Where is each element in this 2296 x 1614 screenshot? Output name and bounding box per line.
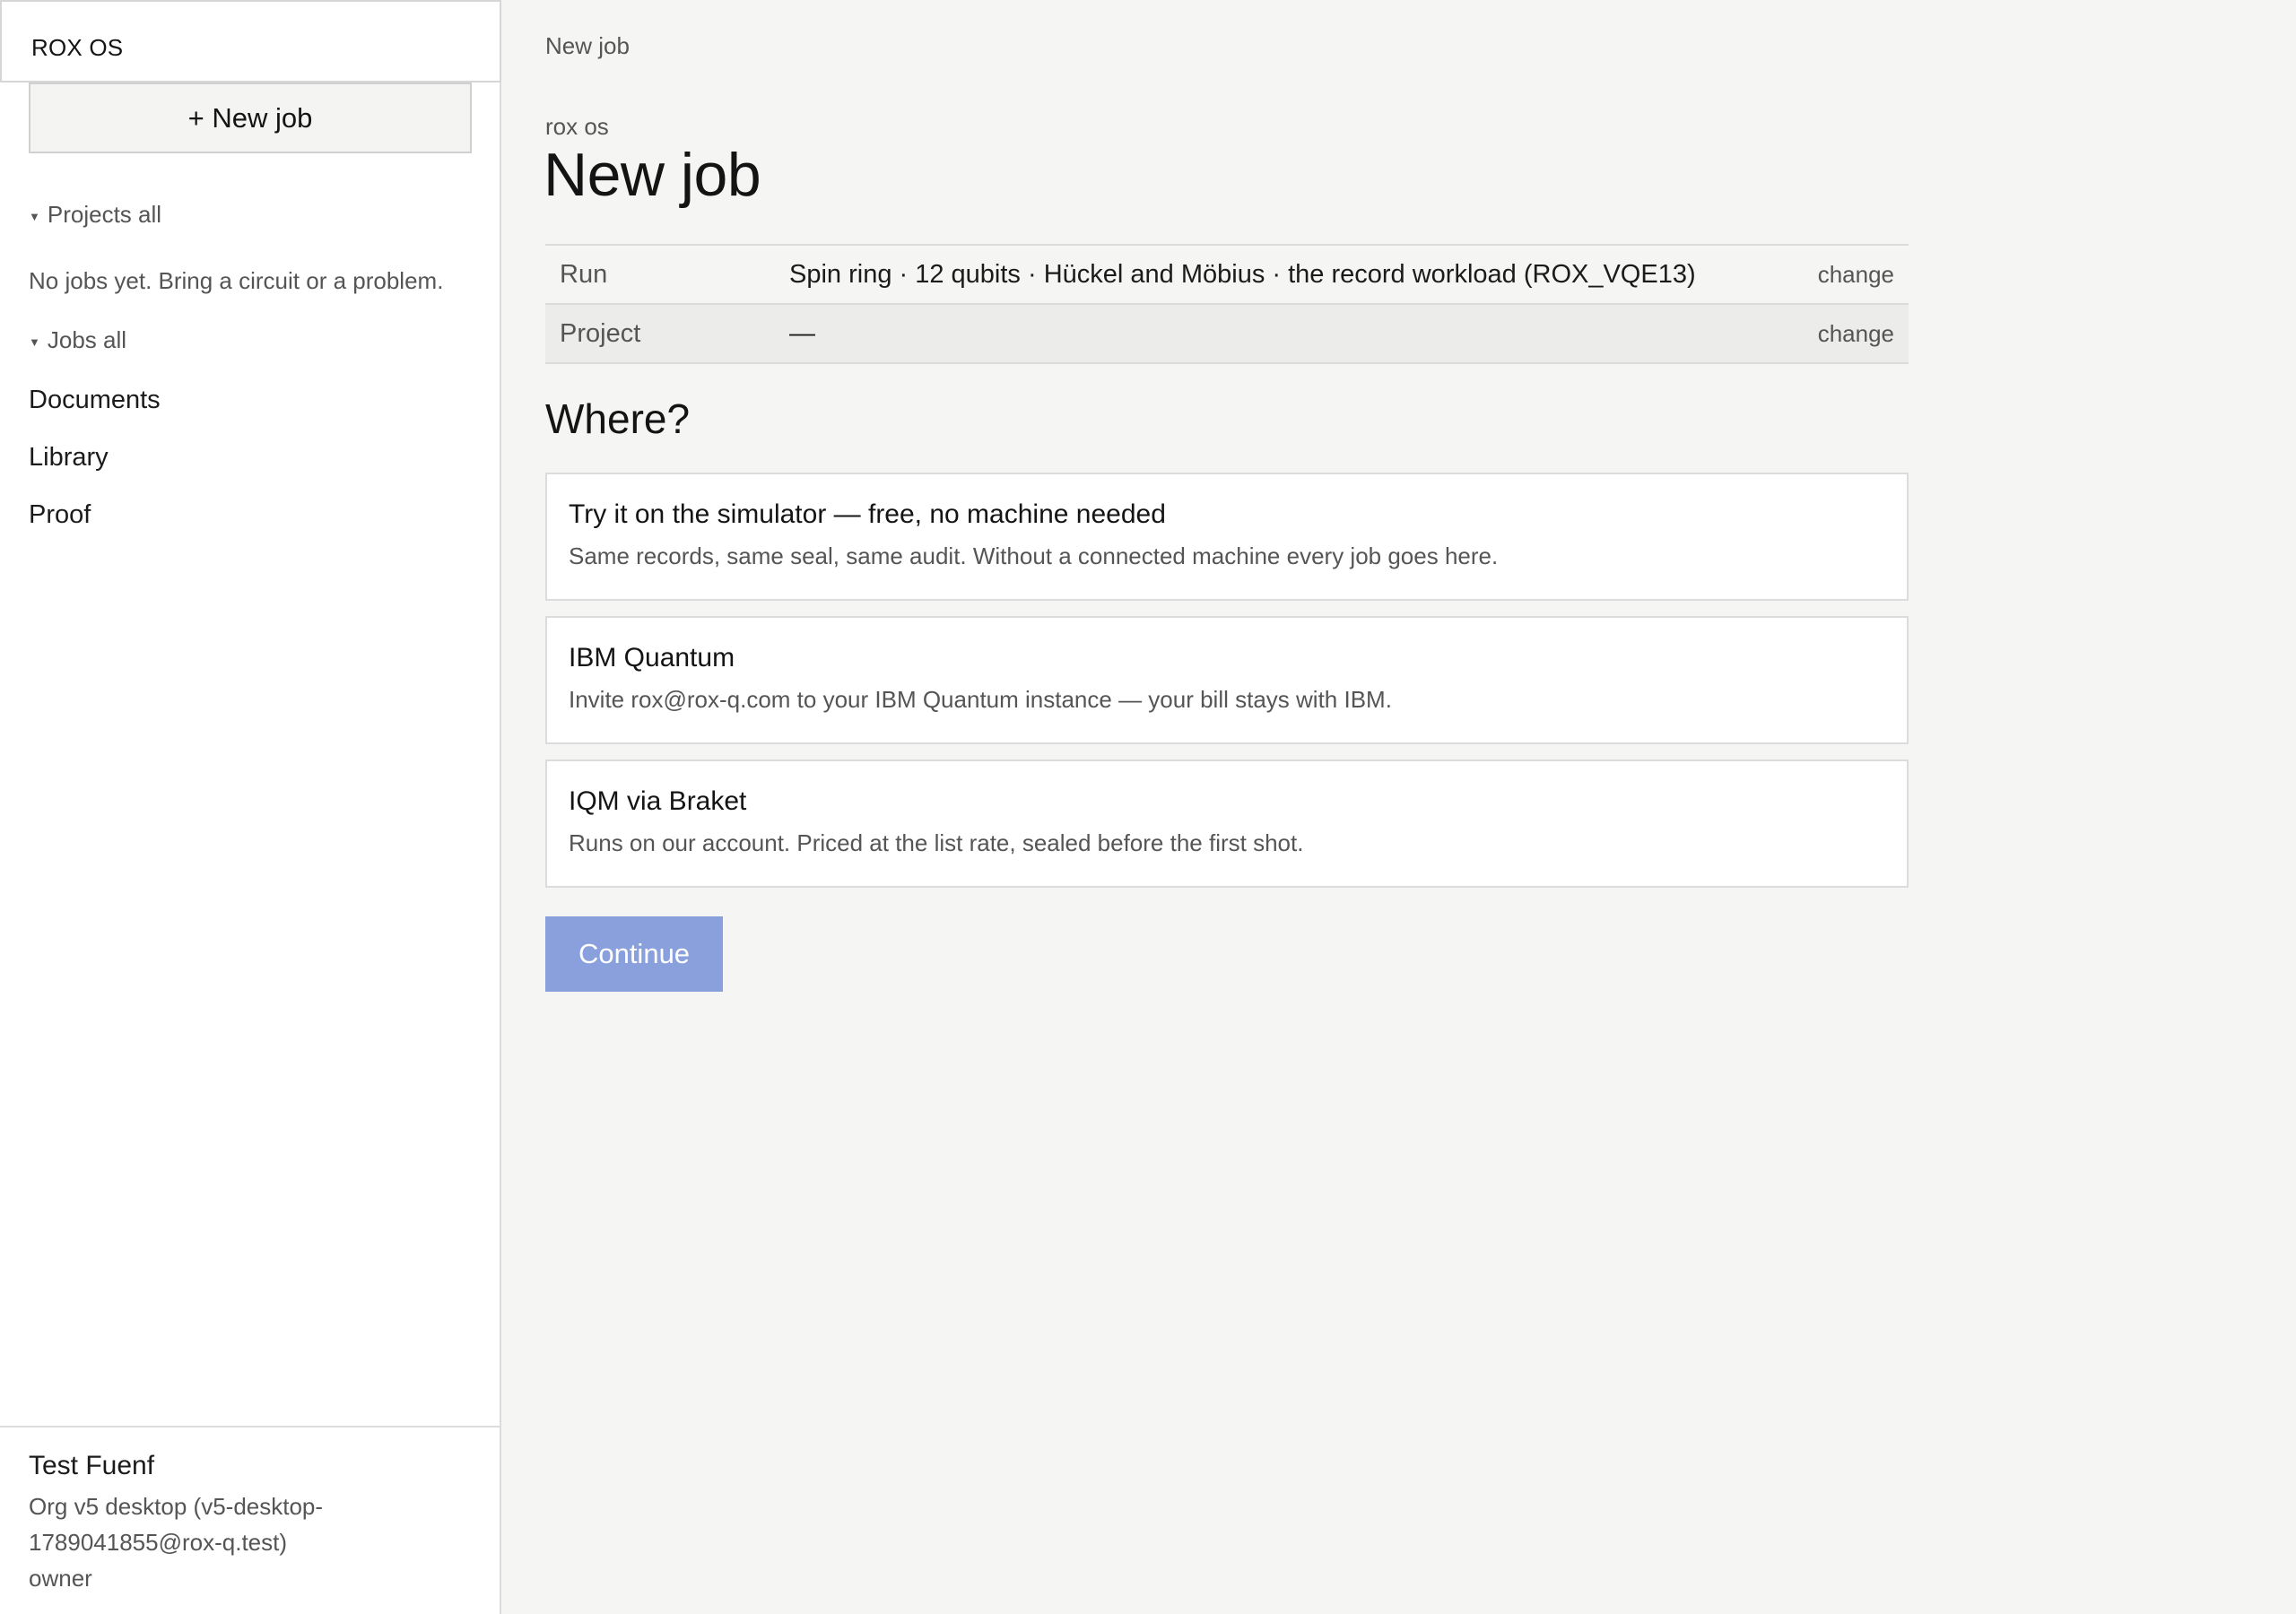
option-iqm-braket[interactable]: IQM via Braket Runs on our account. Pric… [545, 759, 1909, 888]
option-title: IBM Quantum [569, 643, 735, 672]
sidebar-link-documents[interactable]: Documents [29, 386, 161, 415]
jobs-section-toggle[interactable]: ▼ Jobs all [29, 326, 126, 354]
option-description: Invite rox@rox-q.com to your IBM Quantum… [569, 686, 1392, 713]
summary-value: — [789, 318, 815, 348]
caret-down-icon: ▼ [29, 210, 40, 223]
summary-key: Run [560, 259, 608, 289]
page-eyebrow: rox os [545, 113, 609, 140]
summary-row-project: Project — change [545, 305, 1909, 364]
summary-row-run: Run Spin ring · 12 qubits · Hückel and M… [545, 246, 1909, 305]
sidebar-link-library[interactable]: Library [29, 443, 109, 473]
option-description: Runs on our account. Priced at the list … [569, 829, 1304, 856]
change-run-link[interactable]: change [1818, 261, 1909, 289]
caret-down-icon: ▼ [29, 335, 40, 349]
change-project-link[interactable]: change [1818, 320, 1909, 348]
projects-heading: Projects all [47, 201, 162, 228]
user-role: owner [29, 1565, 92, 1592]
summary-value: Spin ring · 12 qubits · Hückel and Möbiu… [789, 259, 1696, 289]
projects-empty-note: No jobs yet. Bring a circuit or a proble… [29, 267, 444, 294]
user-name: Test Fuenf [29, 1451, 155, 1480]
breadcrumb: New job [545, 32, 630, 59]
option-title: IQM via Braket [569, 786, 747, 816]
summary-key: Project [560, 318, 641, 348]
where-heading: Where? [545, 395, 691, 442]
page-title: New job [544, 141, 761, 209]
jobs-heading: Jobs all [47, 326, 127, 353]
continue-button[interactable]: Continue [545, 916, 723, 992]
option-ibm-quantum[interactable]: IBM Quantum Invite rox@rox-q.com to your… [545, 616, 1909, 744]
sidebar-link-proof[interactable]: Proof [29, 500, 91, 530]
user-account-block[interactable]: Test Fuenf Org v5 desktop (v5-desktop-17… [0, 1426, 500, 1614]
option-simulator[interactable]: Try it on the simulator — free, no machi… [545, 473, 1909, 601]
job-summary-table: Run Spin ring · 12 qubits · Hückel and M… [545, 244, 1909, 364]
sidebar: ROX OS + New job ▼ Projects all No jobs … [0, 0, 501, 1614]
option-title: Try it on the simulator — free, no machi… [569, 499, 1166, 529]
new-job-button[interactable]: + New job [29, 82, 472, 153]
projects-section-toggle[interactable]: ▼ Projects all [29, 201, 161, 229]
main-content: New job rox os New job Run Spin ring · 1… [501, 0, 2296, 1614]
option-description: Same records, same seal, same audit. Wit… [569, 542, 1499, 569]
user-org: Org v5 desktop (v5-desktop-1789041855@ro… [29, 1493, 324, 1556]
app-brand[interactable]: ROX OS [0, 0, 501, 82]
